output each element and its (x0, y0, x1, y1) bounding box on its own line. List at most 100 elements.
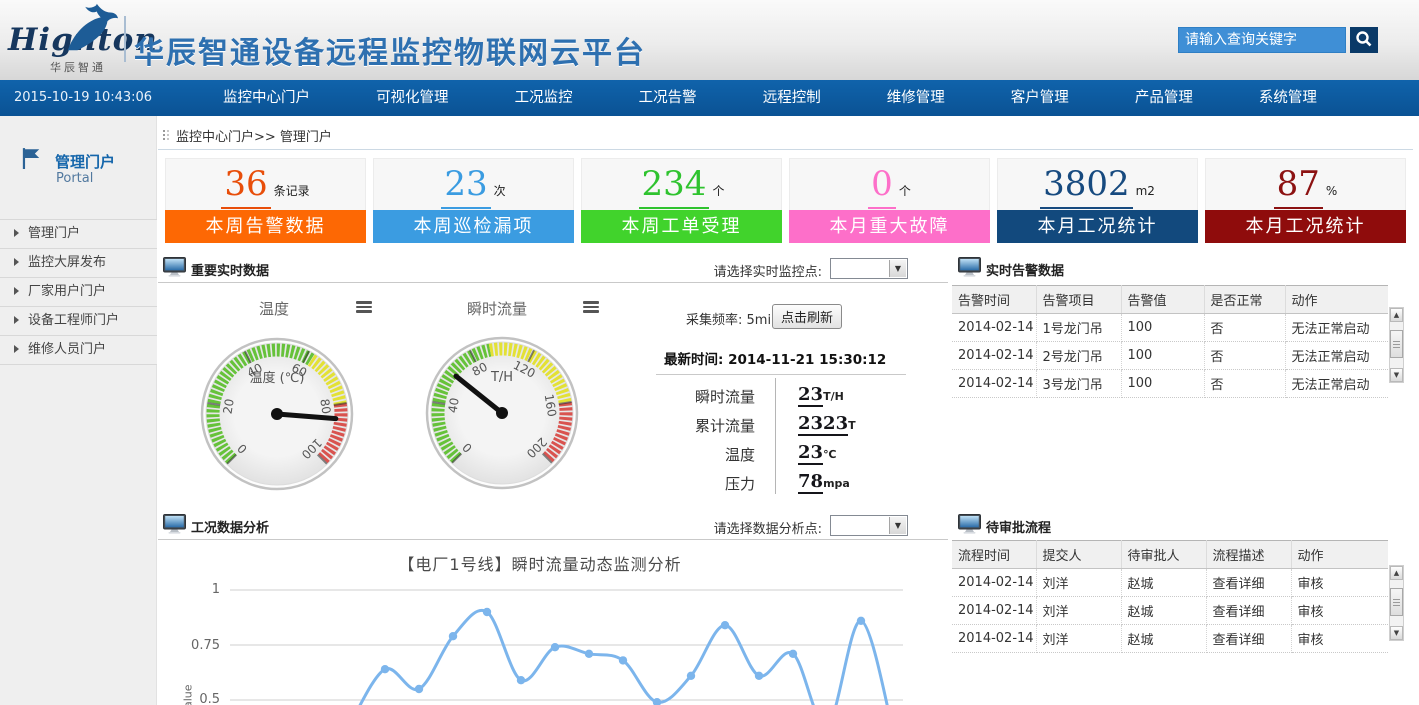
sidebar-item[interactable]: 监控大屏发布 (0, 248, 157, 277)
svg-text:40: 40 (446, 397, 462, 414)
realtime-section-title: 重要实时数据 (191, 260, 269, 279)
data-point[interactable] (551, 643, 559, 651)
scrollbar-thumb[interactable] (1390, 330, 1403, 358)
monitor-icon (163, 257, 186, 281)
search-icon (1355, 30, 1373, 48)
approval-table-scrollbar[interactable]: ▲ ▼ (1389, 565, 1404, 641)
sidebar-item[interactable]: 管理门户 (0, 219, 157, 248)
data-point[interactable] (381, 665, 389, 673)
scroll-down-icon[interactable]: ▼ (1390, 626, 1403, 640)
platform-title: 华辰智通设备远程监控物联网云平台 (134, 28, 646, 72)
data-point[interactable] (857, 617, 865, 625)
refresh-button[interactable]: 点击刷新 (772, 304, 842, 329)
header-divider (124, 16, 126, 62)
table-cell: 2014-02-14 (952, 314, 1036, 342)
breadcrumb-divider (158, 149, 1413, 150)
table-cell: 审核 (1291, 569, 1388, 597)
reading-value-link[interactable]: 23 (798, 384, 823, 407)
nav-item[interactable]: 监控中心门户 (213, 80, 320, 116)
table-row: 2014-02-141号龙门吊100否无法正常启动 (952, 314, 1388, 342)
data-point[interactable] (687, 672, 695, 680)
stat-value-link[interactable]: 36 (221, 161, 270, 209)
analysis-point-select[interactable]: ▼ (830, 515, 908, 536)
reading-label: 累计流量 (650, 409, 755, 436)
chart-menu-icon[interactable] (356, 301, 372, 313)
nav-item[interactable]: 远程控制 (753, 80, 831, 116)
sidebar-item[interactable]: 厂家用户门户 (0, 277, 157, 306)
table-cell: 2号龙门吊 (1036, 342, 1121, 370)
latest-time-label: 最新时间: 2014-11-21 15:30:12 (664, 348, 886, 368)
nav-item[interactable]: 维修管理 (877, 80, 955, 116)
search-button[interactable] (1350, 27, 1378, 53)
data-point[interactable] (619, 656, 627, 664)
reading-value-link[interactable]: 2323 (798, 413, 848, 436)
nav-item[interactable]: 产品管理 (1125, 80, 1203, 116)
monitor-icon (163, 514, 186, 538)
nav-item[interactable]: 可视化管理 (366, 80, 459, 116)
table-cell: 2014-02-14 (952, 569, 1036, 597)
table-cell: 审核 (1291, 625, 1388, 653)
stat-card: 3802m2本月工况统计 (997, 158, 1198, 243)
reading-value: 78mpa (798, 467, 850, 492)
nav-item[interactable]: 系统管理 (1249, 80, 1327, 116)
stat-card-label[interactable]: 本周工单受理 (581, 210, 782, 243)
stat-value-link[interactable]: 234 (639, 161, 710, 209)
chevron-down-icon[interactable]: ▼ (889, 260, 906, 277)
table-cell: 无法正常启动 (1285, 314, 1388, 342)
gauge-title-flow: 瞬时流量 (452, 298, 542, 319)
stat-value-link[interactable]: 23 (441, 161, 490, 209)
data-point[interactable] (517, 676, 525, 684)
chevron-down-icon[interactable]: ▼ (889, 517, 906, 534)
scroll-up-icon[interactable]: ▲ (1390, 566, 1403, 580)
section-divider (158, 282, 948, 283)
data-point[interactable] (721, 621, 729, 629)
flag-icon (20, 147, 42, 173)
reading-value-link[interactable]: 78 (798, 471, 823, 494)
chart-menu-icon[interactable] (583, 301, 599, 313)
data-point[interactable] (449, 632, 457, 640)
table-cell: 3号龙门吊 (1036, 370, 1121, 398)
scroll-down-icon[interactable]: ▼ (1390, 368, 1403, 382)
data-point[interactable] (755, 672, 763, 680)
stat-card-label[interactable]: 本周巡检漏项 (373, 210, 574, 243)
table-cell: 2014-02-14 (952, 597, 1036, 625)
nav-item[interactable]: 客户管理 (1001, 80, 1079, 116)
sidebar-item[interactable]: 维修人员门户 (0, 335, 157, 365)
stat-card-label[interactable]: 本月工况统计 (997, 210, 1198, 243)
nav-item[interactable]: 工况告警 (629, 80, 707, 116)
data-point[interactable] (789, 650, 797, 658)
monitor-icon (958, 514, 981, 538)
stat-value-link[interactable]: 0 (868, 161, 896, 209)
reading-row: 压力78mpa (650, 467, 910, 496)
svg-text:温度 (℃): 温度 (℃) (250, 370, 305, 386)
data-point[interactable] (585, 650, 593, 658)
stat-card-label[interactable]: 本月工况统计 (1205, 210, 1406, 243)
scrollbar-thumb[interactable] (1390, 588, 1403, 616)
data-point[interactable] (653, 698, 661, 705)
stat-value-link[interactable]: 87 (1274, 161, 1323, 209)
reading-row: 累计流量2323T (650, 409, 910, 438)
table-row: 2014-02-14刘洋赵城查看详细审核 (952, 597, 1388, 625)
sidebar-item[interactable]: 设备工程师门户 (0, 306, 157, 335)
flow-gauge: 04080120160200T/H (422, 333, 582, 493)
stat-value-link[interactable]: 3802 (1040, 161, 1133, 209)
table-cell: 赵城 (1121, 597, 1206, 625)
realtime-point-select[interactable]: ▼ (830, 258, 908, 279)
table-cell: 无法正常启动 (1285, 342, 1388, 370)
nav-item[interactable]: 工况监控 (505, 80, 583, 116)
stat-card: 36条记录本周告警数据 (165, 158, 366, 243)
data-point[interactable] (483, 608, 491, 616)
table-cell: 否 (1204, 342, 1285, 370)
scroll-up-icon[interactable]: ▲ (1390, 308, 1403, 322)
table-cell: 100 (1121, 314, 1204, 342)
reading-value: 23℃ (798, 438, 836, 463)
search-input[interactable] (1179, 28, 1345, 52)
stat-card-label[interactable]: 本月重大故障 (789, 210, 990, 243)
data-point[interactable] (415, 685, 423, 693)
alarm-table-scrollbar[interactable]: ▲ ▼ (1389, 307, 1404, 383)
table-cell: 刘洋 (1036, 597, 1121, 625)
stat-card-label[interactable]: 本周告警数据 (165, 210, 366, 243)
temperature-gauge: 020406080100温度 (℃) (197, 334, 357, 494)
reading-value-link[interactable]: 23 (798, 442, 823, 465)
navbar-menu: 监控中心门户 可视化管理 工况监控 工况告警 远程控制 维修管理 客户管理 产品管理 系统管理 (190, 80, 1350, 116)
